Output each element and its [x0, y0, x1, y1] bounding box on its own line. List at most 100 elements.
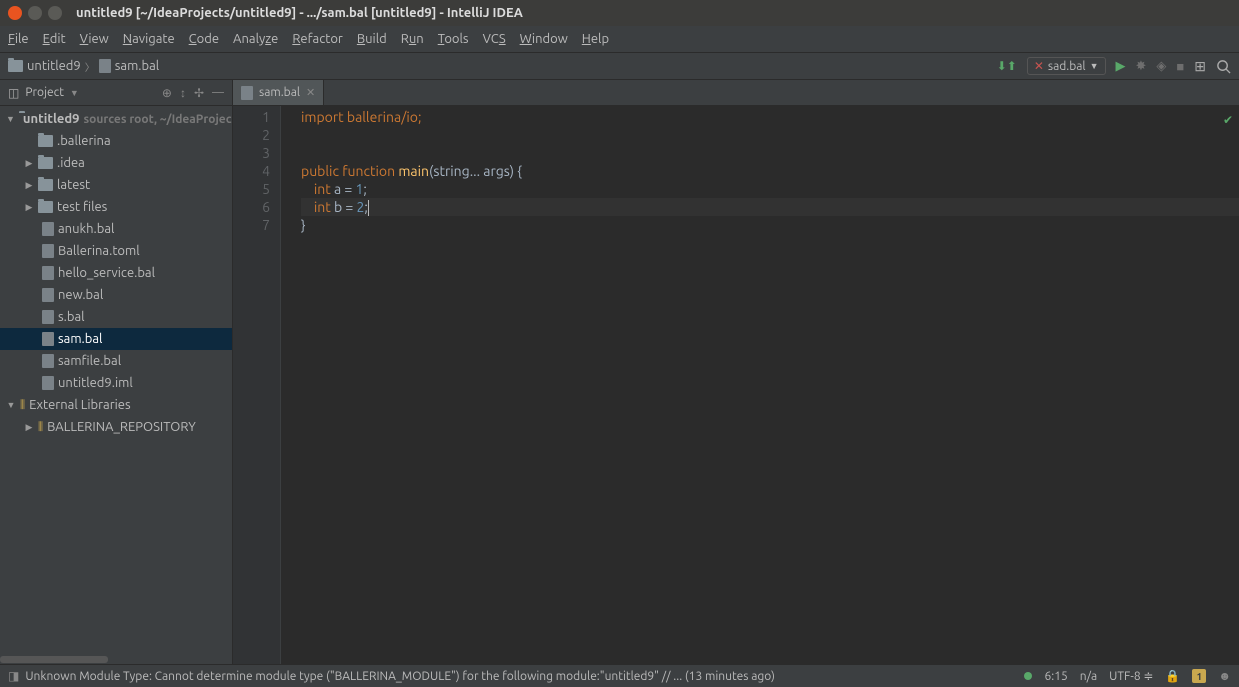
- structure-icon[interactable]: ⊞: [1194, 58, 1206, 75]
- menu-navigate[interactable]: Navigate: [123, 32, 175, 46]
- tree-file[interactable]: anukh.bal: [0, 218, 232, 240]
- hide-icon[interactable]: —: [212, 86, 224, 99]
- project-selector-icon[interactable]: ◫: [8, 86, 19, 100]
- tree-file[interactable]: sam.bal: [0, 328, 232, 350]
- status-icon[interactable]: ◨: [8, 669, 19, 683]
- target-icon[interactable]: ⊕: [162, 86, 172, 100]
- warning-icon[interactable]: 1: [1192, 669, 1206, 683]
- folder-icon: [38, 157, 53, 169]
- line-number[interactable]: 6: [233, 198, 270, 216]
- scrollbar-horizontal[interactable]: [0, 655, 232, 664]
- menu-refactor[interactable]: Refactor: [292, 32, 343, 46]
- search-icon[interactable]: [1216, 58, 1231, 75]
- project-panel-title[interactable]: Project: [25, 86, 64, 99]
- menu-edit[interactable]: Edit: [43, 32, 66, 46]
- status-indicator-icon[interactable]: [1024, 672, 1032, 680]
- build-icon[interactable]: ⬇⬆: [997, 59, 1017, 73]
- gear-icon[interactable]: ✢: [194, 86, 204, 100]
- window-minimize-icon[interactable]: [28, 6, 42, 20]
- tree-item-label: samfile.bal: [58, 354, 121, 368]
- line-number[interactable]: 3: [233, 144, 270, 162]
- tree-item-label: new.bal: [58, 288, 103, 302]
- window-maximize-icon[interactable]: [48, 6, 62, 20]
- menu-vcs[interactable]: VCS: [483, 32, 506, 46]
- expand-icon[interactable]: ▶: [24, 202, 34, 213]
- menu-build[interactable]: Build: [357, 32, 387, 46]
- status-message[interactable]: Unknown Module Type: Cannot determine mo…: [25, 670, 775, 683]
- expand-icon[interactable]: ▶: [24, 180, 34, 191]
- run-icon[interactable]: ▶: [1116, 59, 1126, 74]
- tree-file[interactable]: untitled9.iml: [0, 372, 232, 394]
- line-number[interactable]: 7: [233, 216, 270, 234]
- encoding[interactable]: UTF-8 ≑: [1109, 669, 1153, 683]
- file-icon: [99, 59, 111, 73]
- tree-root-label: untitled9: [23, 112, 80, 126]
- file-icon: [42, 288, 54, 302]
- tree-file[interactable]: Ballerina.toml: [0, 240, 232, 262]
- tree-item-label: Ballerina.toml: [58, 244, 140, 258]
- tree-external-child[interactable]: ▶ ⫼ BALLERINA_REPOSITORY: [0, 416, 232, 438]
- dropdown-icon[interactable]: ▼: [70, 88, 79, 98]
- line-number[interactable]: 2: [233, 126, 270, 144]
- menu-tools[interactable]: Tools: [438, 32, 469, 46]
- library-icon: ⫼: [38, 421, 43, 434]
- line-number[interactable]: 4: [233, 162, 270, 180]
- tree-folder[interactable]: .ballerina: [0, 130, 232, 152]
- menu-file[interactable]: File: [8, 32, 29, 46]
- menu-help[interactable]: Help: [582, 32, 609, 46]
- coverage-icon[interactable]: ◈: [1156, 59, 1166, 74]
- code-text: int: [314, 199, 331, 215]
- tab-label: sam.bal: [259, 86, 300, 99]
- expand-icon[interactable]: ▶: [24, 422, 34, 433]
- expand-icon[interactable]: ▶: [24, 158, 34, 169]
- titlebar: untitled9 [~/IdeaProjects/untitled9] - .…: [0, 0, 1239, 26]
- insert-mode[interactable]: n/a: [1080, 670, 1097, 683]
- menu-view[interactable]: View: [80, 32, 109, 46]
- cursor-position[interactable]: 6:15: [1044, 670, 1067, 683]
- tree-folder[interactable]: ▶latest: [0, 174, 232, 196]
- menu-code[interactable]: Code: [189, 32, 219, 46]
- lock-icon[interactable]: 🔒: [1165, 669, 1180, 683]
- file-icon: [42, 376, 54, 390]
- run-config-selector[interactable]: ✕ sad.bal ▼: [1027, 57, 1106, 75]
- expand-icon[interactable]: ▼: [6, 114, 15, 124]
- tree-file[interactable]: s.bal: [0, 306, 232, 328]
- file-icon: [42, 354, 54, 368]
- tree-item-label: sam.bal: [58, 332, 102, 346]
- tree-file[interactable]: hello_service.bal: [0, 262, 232, 284]
- project-tree[interactable]: ▼ untitled9 sources root, ~/IdeaProjects…: [0, 106, 232, 655]
- menu-analyze[interactable]: Analyze: [233, 32, 278, 46]
- tree-item-label: .ballerina: [57, 134, 111, 148]
- tree-file[interactable]: samfile.bal: [0, 350, 232, 372]
- tree-folder[interactable]: ▶test files: [0, 196, 232, 218]
- gutter[interactable]: 1 2 3 4 5 6 7: [233, 106, 281, 664]
- breadcrumb-file[interactable]: sam.bal: [99, 59, 159, 73]
- debug-icon[interactable]: ✸: [1136, 59, 1147, 74]
- chevron-right-icon: 〉: [85, 59, 95, 74]
- menubar: File Edit View Navigate Code Analyze Ref…: [0, 26, 1239, 53]
- stop-icon[interactable]: ■: [1176, 59, 1184, 74]
- menu-run[interactable]: Run: [401, 32, 424, 46]
- close-icon[interactable]: ✕: [306, 86, 315, 99]
- tree-file[interactable]: new.bal: [0, 284, 232, 306]
- line-number[interactable]: 1: [233, 108, 270, 126]
- tree-root[interactable]: ▼ untitled9 sources root, ~/IdeaProjects…: [0, 108, 232, 130]
- window-close-icon[interactable]: [8, 6, 22, 20]
- tree-external[interactable]: ▼ ⫼ External Libraries: [0, 394, 232, 416]
- code-text: a =: [331, 181, 356, 197]
- window-title: untitled9 [~/IdeaProjects/untitled9] - .…: [76, 6, 523, 20]
- line-number[interactable]: 5: [233, 180, 270, 198]
- tree-folder[interactable]: ▶.idea: [0, 152, 232, 174]
- tab-sam-bal[interactable]: sam.bal ✕: [233, 80, 324, 105]
- collapse-icon[interactable]: ↕: [180, 86, 186, 100]
- code-text: public: [301, 163, 339, 179]
- dropdown-icon: ▼: [1090, 61, 1099, 71]
- menu-window[interactable]: Window: [520, 32, 568, 46]
- code-text: 1: [355, 181, 363, 197]
- expand-icon[interactable]: ▼: [6, 400, 16, 410]
- hector-icon[interactable]: ☻: [1218, 669, 1231, 683]
- breadcrumb-root[interactable]: untitled9: [8, 59, 81, 73]
- tree-external-label: External Libraries: [29, 398, 131, 412]
- code[interactable]: ✔ import ballerina/io; public function m…: [281, 106, 1239, 664]
- editor[interactable]: 1 2 3 4 5 6 7 ✔ import ballerina/io; pub…: [233, 106, 1239, 664]
